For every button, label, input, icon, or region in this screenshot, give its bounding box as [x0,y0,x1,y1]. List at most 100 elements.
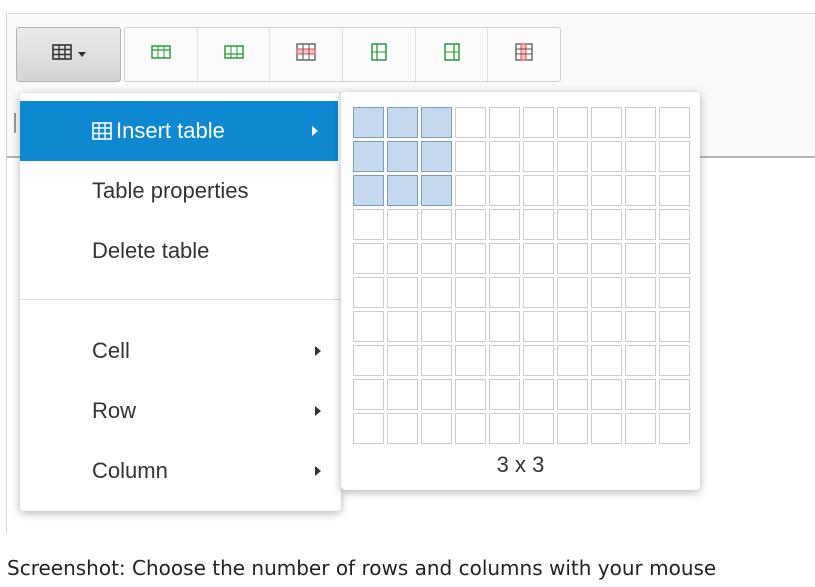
grid-cell[interactable] [523,311,554,342]
grid-cell[interactable] [387,413,418,444]
grid-cell[interactable] [591,209,622,240]
grid-cell[interactable] [489,413,520,444]
grid-cell[interactable] [455,379,486,410]
grid-cell[interactable] [387,277,418,308]
grid-cell[interactable] [421,107,452,138]
grid-cell[interactable] [659,311,690,342]
insert-row-before-button[interactable] [125,28,198,81]
menu-item-column[interactable]: Column [20,441,341,501]
grid-cell[interactable] [659,243,690,274]
grid-cell[interactable] [421,209,452,240]
grid-cell[interactable] [455,413,486,444]
grid-cell[interactable] [353,413,384,444]
grid-cell[interactable] [523,141,554,172]
grid-cell[interactable] [591,175,622,206]
table-size-grid[interactable] [353,107,690,444]
grid-cell[interactable] [659,345,690,376]
grid-cell[interactable] [353,243,384,274]
grid-cell[interactable] [591,413,622,444]
grid-cell[interactable] [625,107,656,138]
grid-cell[interactable] [353,175,384,206]
grid-cell[interactable] [421,311,452,342]
grid-cell[interactable] [557,277,588,308]
grid-cell[interactable] [353,209,384,240]
grid-cell[interactable] [523,345,554,376]
grid-cell[interactable] [557,141,588,172]
grid-cell[interactable] [625,413,656,444]
grid-cell[interactable] [591,311,622,342]
grid-cell[interactable] [455,107,486,138]
grid-cell[interactable] [387,175,418,206]
grid-cell[interactable] [421,141,452,172]
grid-cell[interactable] [353,277,384,308]
table-menu-button[interactable] [16,27,121,82]
grid-cell[interactable] [659,277,690,308]
grid-cell[interactable] [523,107,554,138]
grid-cell[interactable] [489,243,520,274]
grid-cell[interactable] [455,345,486,376]
grid-cell[interactable] [421,243,452,274]
delete-row-button[interactable] [270,28,344,81]
grid-cell[interactable] [625,379,656,410]
grid-cell[interactable] [557,175,588,206]
grid-cell[interactable] [387,379,418,410]
grid-cell[interactable] [353,379,384,410]
grid-cell[interactable] [353,107,384,138]
grid-cell[interactable] [455,175,486,206]
grid-cell[interactable] [489,379,520,410]
grid-cell[interactable] [557,311,588,342]
menu-item-cell[interactable]: Cell [20,321,341,381]
grid-cell[interactable] [625,345,656,376]
grid-cell[interactable] [489,277,520,308]
insert-row-after-button[interactable] [198,28,271,81]
insert-column-before-button[interactable] [343,28,416,81]
grid-cell[interactable] [489,311,520,342]
grid-cell[interactable] [489,107,520,138]
grid-cell[interactable] [659,107,690,138]
grid-cell[interactable] [387,345,418,376]
grid-cell[interactable] [659,209,690,240]
menu-item-insert-table[interactable]: Insert table [20,101,338,161]
grid-cell[interactable] [591,243,622,274]
grid-cell[interactable] [659,141,690,172]
grid-cell[interactable] [625,311,656,342]
menu-item-table-properties[interactable]: Table properties [20,161,341,221]
grid-cell[interactable] [557,345,588,376]
grid-cell[interactable] [625,243,656,274]
grid-cell[interactable] [421,379,452,410]
grid-cell[interactable] [489,345,520,376]
delete-column-button[interactable] [488,28,560,81]
grid-cell[interactable] [455,311,486,342]
grid-cell[interactable] [421,175,452,206]
grid-cell[interactable] [353,311,384,342]
grid-cell[interactable] [659,379,690,410]
grid-cell[interactable] [455,243,486,274]
grid-cell[interactable] [591,379,622,410]
grid-cell[interactable] [421,277,452,308]
grid-cell[interactable] [557,243,588,274]
grid-cell[interactable] [625,175,656,206]
menu-item-row[interactable]: Row [20,381,341,441]
grid-cell[interactable] [659,413,690,444]
grid-cell[interactable] [421,345,452,376]
grid-cell[interactable] [523,277,554,308]
grid-cell[interactable] [523,175,554,206]
grid-cell[interactable] [523,209,554,240]
grid-cell[interactable] [489,141,520,172]
grid-cell[interactable] [387,311,418,342]
insert-column-after-button[interactable] [416,28,489,81]
grid-cell[interactable] [387,141,418,172]
grid-cell[interactable] [455,277,486,308]
grid-cell[interactable] [557,413,588,444]
grid-cell[interactable] [625,141,656,172]
grid-cell[interactable] [625,277,656,308]
grid-cell[interactable] [591,345,622,376]
grid-cell[interactable] [591,141,622,172]
grid-cell[interactable] [353,141,384,172]
grid-cell[interactable] [557,209,588,240]
grid-cell[interactable] [489,209,520,240]
grid-cell[interactable] [387,243,418,274]
menu-item-delete-table[interactable]: Delete table [20,221,341,281]
grid-cell[interactable] [421,413,452,444]
grid-cell[interactable] [523,243,554,274]
